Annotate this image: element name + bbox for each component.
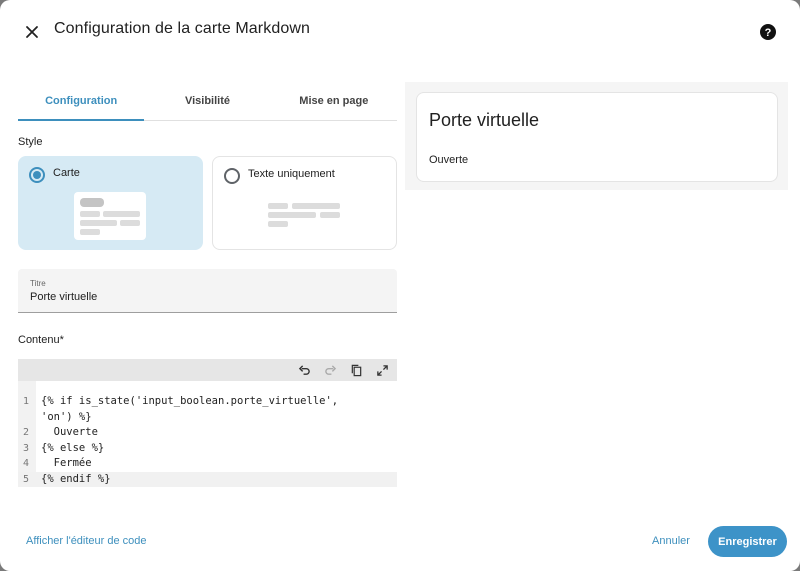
copy-button[interactable] bbox=[347, 361, 365, 379]
svg-text:?: ? bbox=[765, 27, 772, 39]
undo-icon bbox=[298, 364, 310, 375]
style-option-card-label: Carte bbox=[53, 167, 80, 179]
code-line: 1 {% if is_state('input_boolean.porte_vi… bbox=[18, 394, 397, 410]
preview-panel: Porte virtuelle Ouverte bbox=[405, 82, 788, 190]
code-text: 'on') %} bbox=[41, 410, 92, 423]
line-number: 2 bbox=[23, 427, 30, 438]
code-text: Ouverte bbox=[41, 426, 98, 438]
line-number: 5 bbox=[23, 473, 30, 485]
line-number: 4 bbox=[23, 458, 30, 469]
text-only-thumbnail bbox=[268, 203, 344, 229]
code-text: {% else %} bbox=[41, 441, 105, 454]
code-line-active: 5 {% endif %} bbox=[18, 471, 397, 487]
dialog-header: Configuration de la carte Markdown ? bbox=[0, 0, 800, 62]
help-button[interactable]: ? bbox=[758, 22, 778, 42]
style-label: Style bbox=[18, 136, 43, 148]
radio-card[interactable] bbox=[29, 167, 45, 183]
show-code-editor-link[interactable]: Afficher l'éditeur de code bbox=[26, 535, 147, 547]
redo-icon bbox=[324, 364, 336, 375]
code-lines[interactable]: 1 {% if is_state('input_boolean.porte_vi… bbox=[18, 394, 397, 487]
redo-button[interactable] bbox=[321, 361, 339, 379]
copy-icon bbox=[351, 364, 361, 376]
line-number: 1 bbox=[23, 396, 30, 407]
undo-button[interactable] bbox=[295, 361, 313, 379]
code-line: 3 {% else %} bbox=[18, 441, 397, 457]
code-line: 'on') %} bbox=[18, 410, 397, 426]
code-text: Fermée bbox=[41, 457, 92, 469]
preview-card: Porte virtuelle Ouverte bbox=[416, 92, 778, 182]
fullscreen-button[interactable] bbox=[373, 361, 391, 379]
code-editor[interactable]: 1 {% if is_state('input_boolean.porte_vi… bbox=[18, 359, 397, 487]
help-icon: ? bbox=[760, 24, 776, 40]
style-option-text-only[interactable]: Texte uniquement bbox=[212, 156, 397, 250]
style-option-card[interactable]: Carte bbox=[18, 156, 203, 250]
dialog: Configuration de la carte Markdown ? Con… bbox=[0, 0, 800, 571]
preview-title: Porte virtuelle bbox=[429, 110, 540, 130]
code-line: 4 Fermée bbox=[18, 456, 397, 472]
code-line: 2 Ouverte bbox=[18, 425, 397, 441]
code-text: {% endif %} bbox=[41, 472, 111, 485]
content-label: Contenu* bbox=[18, 334, 64, 346]
tab-configuration[interactable]: Configuration bbox=[18, 82, 145, 121]
line-number: 3 bbox=[23, 442, 30, 454]
style-option-text-only-label: Texte uniquement bbox=[248, 168, 335, 180]
close-icon bbox=[26, 26, 38, 38]
title-field[interactable]: Titre bbox=[18, 269, 397, 313]
fullscreen-icon bbox=[376, 364, 388, 376]
tab-bar: Configuration Visibilité Mise en page bbox=[18, 82, 397, 121]
cancel-button[interactable]: Annuler bbox=[652, 535, 690, 547]
code-text: {% if is_state('input_boolean.porte_virt… bbox=[41, 395, 339, 407]
title-input[interactable] bbox=[30, 291, 380, 303]
radio-text-only[interactable] bbox=[224, 168, 240, 184]
tab-layout[interactable]: Mise en page bbox=[271, 82, 397, 120]
preview-body: Ouverte bbox=[429, 154, 469, 166]
dialog-title: Configuration de la carte Markdown bbox=[54, 20, 310, 37]
card-style-thumbnail bbox=[74, 192, 146, 240]
tab-visibility[interactable]: Visibilité bbox=[144, 82, 270, 120]
close-button[interactable] bbox=[20, 20, 44, 44]
save-button[interactable]: Enregistrer bbox=[708, 526, 787, 557]
title-field-label: Titre bbox=[30, 279, 46, 288]
editor-toolbar bbox=[18, 359, 397, 381]
